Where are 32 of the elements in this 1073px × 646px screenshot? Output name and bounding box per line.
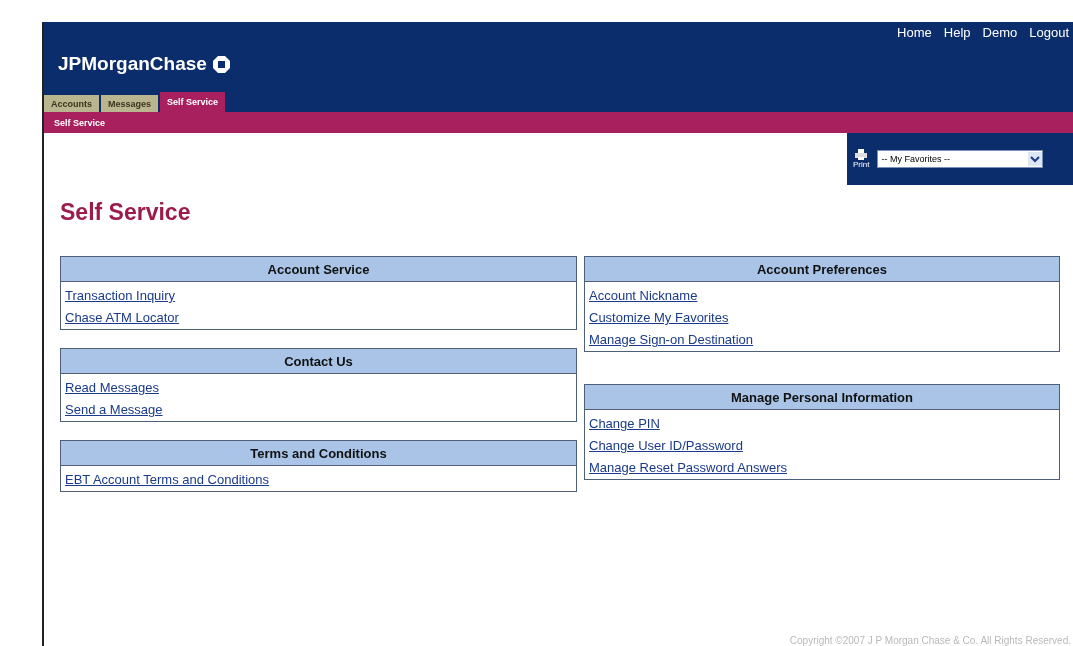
section-link[interactable]: Manage Sign-on Destination bbox=[589, 330, 754, 349]
nav-tab[interactable]: Accounts bbox=[44, 95, 99, 112]
octagon-logo-icon bbox=[212, 55, 230, 73]
section-header: Account Preferences bbox=[585, 257, 1059, 282]
section-link[interactable]: Transaction Inquiry bbox=[65, 286, 176, 305]
nav-tab[interactable]: Messages bbox=[101, 95, 159, 112]
section-link[interactable]: Customize My Favorites bbox=[589, 308, 729, 327]
section-header: Contact Us bbox=[61, 349, 576, 374]
page-title: Self Service bbox=[60, 199, 192, 226]
copyright-text: Copyright ©2007 J P Morgan Chase & Co. All Rights Reserved. bbox=[789, 635, 1071, 646]
subnav-link[interactable]: Self Service bbox=[54, 117, 106, 128]
favorites-select[interactable]: -- My Favorites -- bbox=[877, 150, 1044, 168]
section-link[interactable]: Change PIN bbox=[589, 414, 660, 433]
nav-tab[interactable]: Self Service bbox=[160, 92, 226, 112]
nav-link[interactable]: Help bbox=[943, 25, 971, 40]
section-header: Manage Personal Information bbox=[585, 385, 1059, 410]
section-link[interactable]: Chase ATM Locator bbox=[65, 308, 179, 327]
section-header: Terms and Conditions bbox=[61, 441, 576, 466]
section-link[interactable]: Change User ID/Password bbox=[589, 436, 743, 455]
section-header: Account Service bbox=[61, 257, 576, 282]
section-link[interactable]: Account Nickname bbox=[589, 286, 698, 305]
printer-icon bbox=[855, 149, 868, 160]
nav-link[interactable]: Demo bbox=[982, 25, 1018, 40]
section-link[interactable]: EBT Account Terms and Conditions bbox=[65, 470, 270, 489]
nav-link[interactable]: Home bbox=[897, 25, 932, 40]
nav-link[interactable]: Logout bbox=[1029, 25, 1069, 40]
section-link[interactable]: Send a Message bbox=[65, 400, 163, 419]
section-link[interactable]: Read Messages bbox=[65, 378, 159, 397]
print-button[interactable]: Print bbox=[853, 149, 870, 169]
section-link[interactable]: Manage Reset Password Answers bbox=[589, 458, 787, 477]
logo-text: JPMorganChase bbox=[58, 53, 207, 75]
chevron-down-icon bbox=[1028, 152, 1043, 166]
